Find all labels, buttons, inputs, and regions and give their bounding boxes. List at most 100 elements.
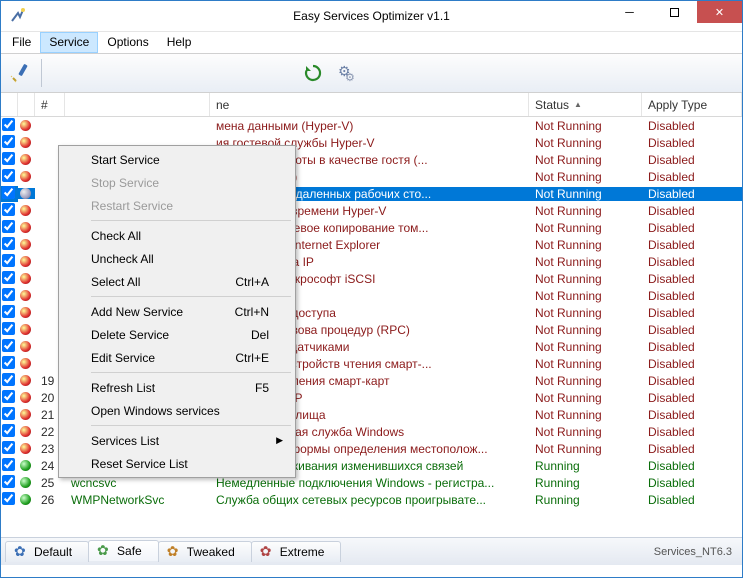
window-maximize-button[interactable]	[652, 1, 697, 23]
row-checkbox[interactable]	[2, 254, 15, 267]
row-checkbox[interactable]	[2, 424, 15, 437]
status-led-icon	[20, 256, 31, 267]
menu-item[interactable]: Select AllCtrl+A	[61, 270, 293, 293]
row-checkbox[interactable]	[2, 220, 15, 233]
col-name[interactable]: ne	[210, 93, 529, 116]
row-checkbox[interactable]	[2, 407, 15, 420]
row-apply: Disabled	[642, 221, 742, 235]
row-status: Running	[529, 476, 642, 490]
menu-item[interactable]: Delete ServiceDel	[61, 323, 293, 346]
row-status: Not Running	[529, 306, 642, 320]
toolbar-refresh-button[interactable]	[298, 58, 328, 88]
status-led-icon	[20, 443, 31, 454]
col-key[interactable]	[65, 93, 210, 116]
menu-item[interactable]: Edit ServiceCtrl+E	[61, 346, 293, 369]
row-apply: Disabled	[642, 340, 742, 354]
row-checkbox[interactable]	[2, 118, 15, 131]
status-label: Services_NT6.3	[654, 546, 742, 558]
row-checkbox[interactable]	[2, 305, 15, 318]
col-number[interactable]: #	[35, 93, 65, 116]
row-status: Not Running	[529, 136, 642, 150]
menu-item[interactable]: Services List▶	[61, 429, 293, 452]
row-checkbox[interactable]	[2, 271, 15, 284]
bottom-tabs: Default Safe Tweaked Extreme Services_NT…	[1, 537, 742, 565]
status-led-icon	[20, 137, 31, 148]
status-led-icon	[20, 239, 31, 250]
menu-item[interactable]: Open Windows services	[61, 399, 293, 422]
tab-default[interactable]: Default	[5, 541, 89, 562]
menu-help[interactable]: Help	[158, 32, 201, 53]
row-status: Not Running	[529, 153, 642, 167]
listview[interactable]: # ne Status Apply Type мена данными (Hyp…	[1, 93, 742, 537]
row-status: Not Running	[529, 374, 642, 388]
row-checkbox[interactable]	[2, 441, 15, 454]
tab-safe[interactable]: Safe	[88, 540, 159, 561]
row-checkbox[interactable]	[2, 203, 15, 216]
status-led-icon	[20, 375, 31, 386]
row-checkbox[interactable]	[2, 339, 15, 352]
toolbar-settings-button[interactable]: ⚙⚙	[332, 58, 362, 88]
row-checkbox[interactable]	[2, 237, 15, 250]
menu-item: Stop Service	[61, 171, 293, 194]
row-status: Not Running	[529, 408, 642, 422]
row-status: Not Running	[529, 323, 642, 337]
gear-icon	[97, 544, 111, 558]
menu-item[interactable]: Add New ServiceCtrl+N	[61, 300, 293, 323]
row-apply: Disabled	[642, 289, 742, 303]
tab-tweaked[interactable]: Tweaked	[158, 541, 252, 562]
menu-item[interactable]: Refresh ListF5	[61, 376, 293, 399]
row-checkbox[interactable]	[2, 356, 15, 369]
menu-file[interactable]: File	[3, 32, 40, 53]
window-close-button[interactable]	[697, 1, 742, 23]
row-apply: Disabled	[642, 187, 742, 201]
row-checkbox[interactable]	[2, 169, 15, 182]
col-status[interactable]: Status	[529, 93, 642, 116]
row-status: Not Running	[529, 187, 642, 201]
toolbar-magic-wand-button[interactable]	[5, 58, 35, 88]
menu-options[interactable]: Options	[98, 32, 157, 53]
row-apply: Disabled	[642, 493, 742, 507]
menu-item[interactable]: Check All	[61, 224, 293, 247]
row-checkbox[interactable]	[2, 186, 15, 199]
row-apply: Disabled	[642, 306, 742, 320]
table-row[interactable]: 26WMPNetworkSvcСлужба общих сетевых ресу…	[1, 491, 742, 508]
tab-extreme[interactable]: Extreme	[251, 541, 342, 562]
status-led-icon	[20, 341, 31, 352]
row-name: Служба общих сетевых ресурсов проигрыват…	[210, 493, 529, 507]
row-status: Running	[529, 493, 642, 507]
row-checkbox[interactable]	[2, 322, 15, 335]
menu-service[interactable]: Service	[40, 32, 98, 53]
window-minimize-button[interactable]	[607, 1, 652, 23]
row-checkbox[interactable]	[2, 152, 15, 165]
menu-item[interactable]: Reset Service List	[61, 452, 293, 475]
gear-icon	[260, 545, 274, 559]
row-status: Not Running	[529, 289, 642, 303]
row-apply: Disabled	[642, 204, 742, 218]
table-row[interactable]: мена данными (Hyper-V)Not RunningDisable…	[1, 117, 742, 134]
status-led-icon	[20, 392, 31, 403]
status-led-icon	[20, 494, 31, 505]
row-apply: Disabled	[642, 391, 742, 405]
row-checkbox[interactable]	[2, 135, 15, 148]
row-checkbox[interactable]	[2, 458, 15, 471]
row-checkbox[interactable]	[2, 288, 15, 301]
status-led-icon	[20, 307, 31, 318]
status-led-icon	[20, 188, 31, 199]
row-apply: Disabled	[642, 323, 742, 337]
column-headers[interactable]: # ne Status Apply Type	[1, 93, 742, 117]
menubar: File Service Options Help	[1, 31, 742, 53]
menu-item[interactable]: Start Service	[61, 148, 293, 171]
row-checkbox[interactable]	[2, 373, 15, 386]
row-checkbox[interactable]	[2, 390, 15, 403]
row-checkbox[interactable]	[2, 475, 15, 488]
menu-item[interactable]: Uncheck All	[61, 247, 293, 270]
row-status: Not Running	[529, 425, 642, 439]
row-checkbox[interactable]	[2, 492, 15, 505]
row-apply: Disabled	[642, 357, 742, 371]
titlebar: Easy Services Optimizer v1.1	[1, 1, 742, 31]
row-apply: Disabled	[642, 408, 742, 422]
status-led-icon	[20, 460, 31, 471]
status-led-icon	[20, 477, 31, 488]
row-status: Not Running	[529, 442, 642, 456]
col-apply-type[interactable]: Apply Type	[642, 93, 742, 116]
